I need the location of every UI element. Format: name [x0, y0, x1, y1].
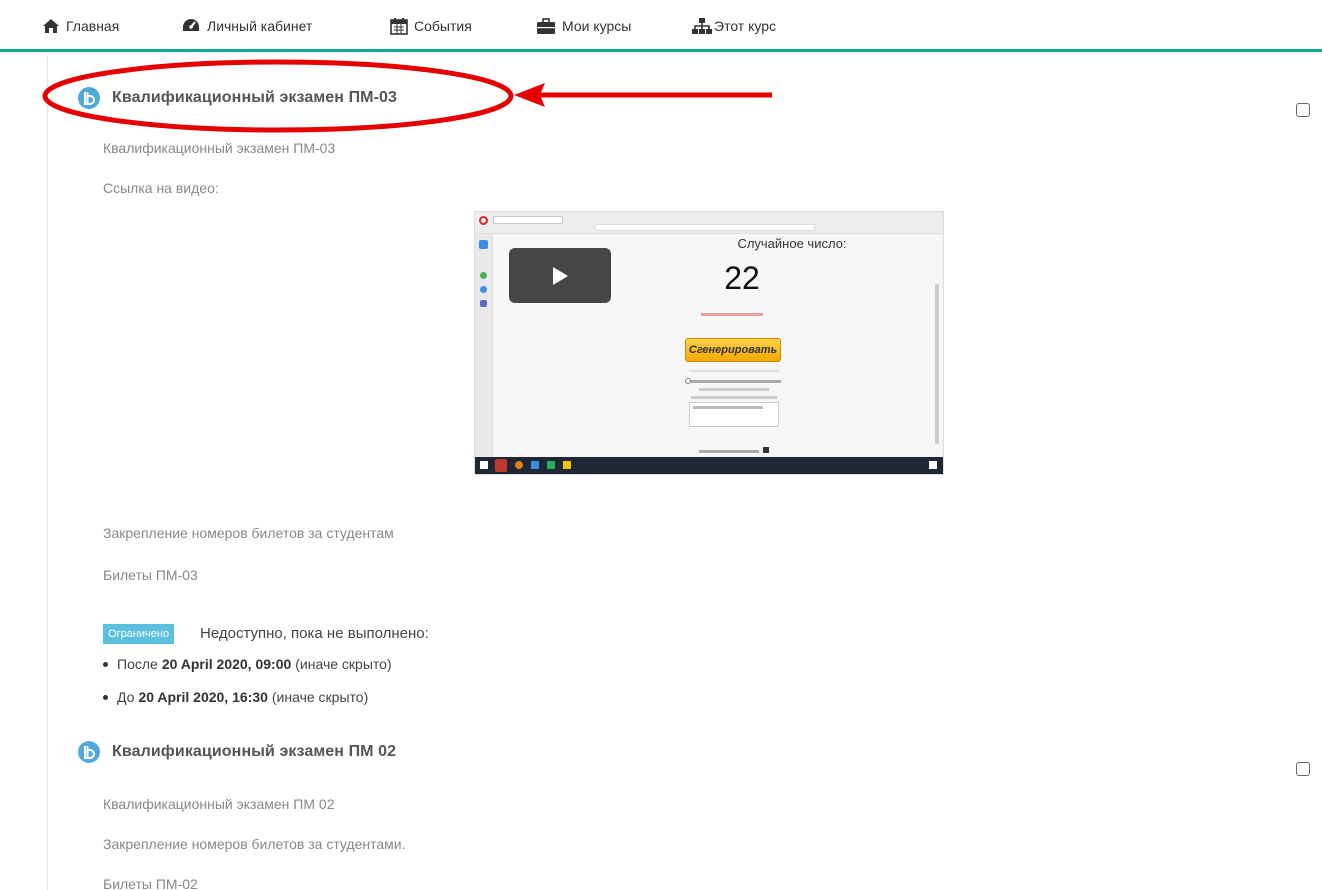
video-line — [689, 370, 779, 372]
condition-date: 20 April 2020, 09:00 — [161, 656, 292, 672]
condition-suffix: (иначе скрыто) — [271, 689, 369, 705]
video-line-2 — [699, 388, 769, 391]
bullet-dot — [103, 694, 108, 700]
bigbluebutton-icon — [78, 87, 100, 109]
video-footer-line — [699, 450, 759, 453]
briefcase-icon — [537, 17, 555, 34]
restriction-condition-2: До 20 April 2020, 16:30 (иначе скрыто) — [103, 689, 368, 705]
video-page-content: Случайное число: 22 Сгенерировать — [493, 234, 941, 460]
section-border — [47, 55, 48, 890]
video-play-button[interactable] — [509, 248, 611, 303]
video-embed[interactable]: Случайное число: 22 Сгенерировать — [474, 211, 944, 475]
tickets-link[interactable]: Билеты ПМ-02 — [103, 876, 198, 890]
sitemap-icon — [692, 18, 712, 34]
nav-events-label: События — [414, 18, 472, 34]
activity-description: Квалификационный экзамен ПМ-03 — [103, 140, 336, 156]
video-browser-sidebar — [475, 234, 493, 460]
activity-description: Квалификационный экзамен ПМ 02 — [103, 796, 335, 812]
video-footer-square — [763, 447, 769, 453]
video-line-3 — [691, 396, 777, 399]
nav-this-course[interactable]: Этот курс — [692, 15, 776, 37]
video-slider-thumb — [685, 378, 691, 384]
annotation-arrow-head — [514, 83, 545, 107]
activity-exam-pm03[interactable]: Квалификационный экзамен ПМ-03 — [78, 87, 397, 109]
condition-suffix: (иначе скрыто) — [295, 656, 392, 672]
condition-prefix: До — [117, 689, 135, 705]
video-slider — [685, 380, 781, 383]
condition-prefix: После — [117, 656, 158, 672]
assign-tickets-link[interactable]: Закрепление номеров билетов за студентам… — [103, 836, 406, 852]
nav-this-course-label: Этот курс — [714, 18, 777, 34]
nav-home-label: Главная — [66, 18, 120, 34]
home-icon — [43, 19, 59, 33]
tickets-link[interactable]: Билеты ПМ-03 — [103, 567, 198, 583]
nav-dashboard[interactable]: Личный кабинет — [181, 15, 312, 37]
activity-title[interactable]: Квалификационный экзамен ПМ-03 — [112, 89, 397, 107]
activity-title[interactable]: Квалификационный экзамен ПМ 02 — [112, 743, 396, 761]
condition-date: 20 April 2020, 16:30 — [138, 689, 268, 705]
nav-home[interactable]: Главная — [42, 15, 119, 37]
activity-exam-pm02[interactable]: Квалификационный экзамен ПМ 02 — [78, 741, 396, 763]
nav-events[interactable]: События — [390, 15, 472, 37]
bullet-dot — [103, 661, 108, 667]
video-scrollbar — [935, 284, 939, 444]
video-browser-bar — [475, 212, 943, 234]
assign-tickets-link[interactable]: Закрепление номеров билетов за студентам — [103, 525, 394, 541]
top-navbar: Главная Личный кабинет События Мои курсы… — [0, 0, 1322, 52]
play-icon — [553, 266, 568, 285]
calendar-icon — [390, 18, 408, 35]
restricted-badge: Ограничено — [103, 624, 175, 644]
video-small-link-bar — [701, 313, 763, 316]
restriction-text: Недоступно, пока не выполнено: — [200, 625, 429, 642]
bigbluebutton-icon — [78, 741, 100, 763]
nav-my-courses-label: Мои курсы — [562, 18, 632, 34]
video-generate-button: Сгенерировать — [685, 338, 781, 362]
completion-checkbox[interactable] — [1296, 762, 1310, 776]
video-link-label: Ссылка на видео: — [103, 180, 219, 196]
nav-dashboard-label: Личный кабинет — [207, 18, 313, 34]
video-taskbar — [475, 457, 943, 474]
video-textbox — [689, 402, 779, 427]
completion-checkbox[interactable] — [1296, 103, 1310, 117]
nav-my-courses[interactable]: Мои курсы — [536, 15, 631, 37]
dashboard-icon — [183, 19, 199, 31]
restriction-condition-1: После 20 April 2020, 09:00 (иначе скрыто… — [103, 656, 392, 672]
